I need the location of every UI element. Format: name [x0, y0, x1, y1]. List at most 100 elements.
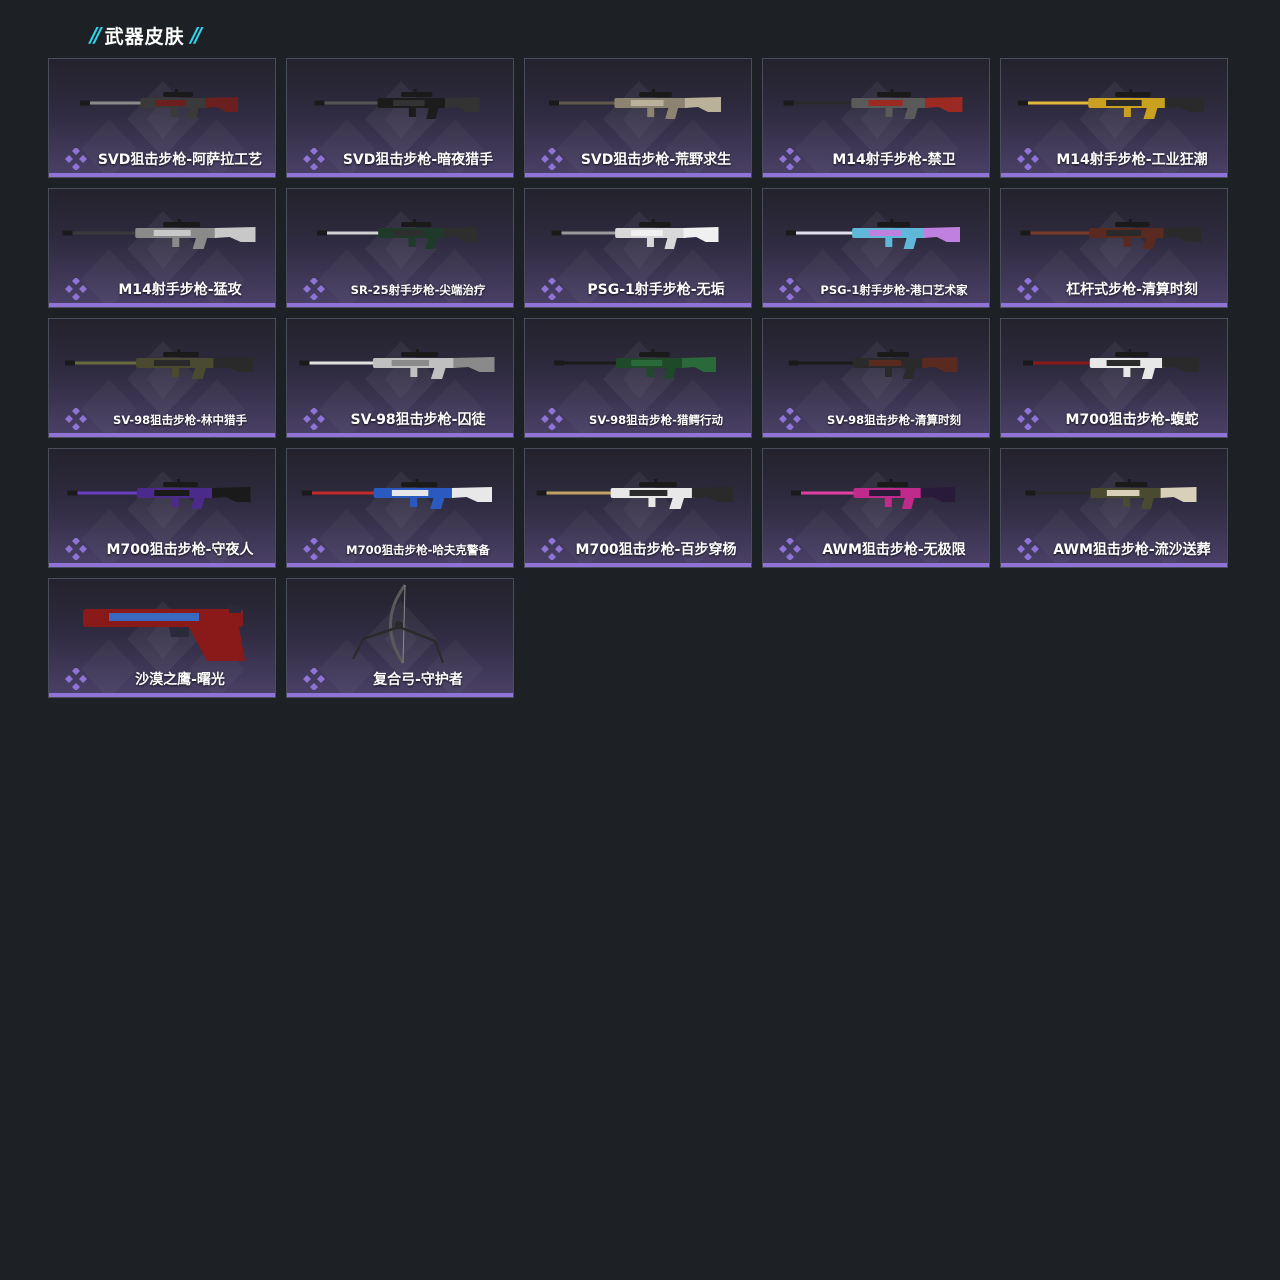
skin-card[interactable]: M14射手步枪-禁卫 — [762, 58, 990, 178]
skin-name: PSG-1射手步枪-港口艺术家 — [820, 283, 968, 297]
sniper-rifle-icon — [65, 349, 253, 379]
skin-card[interactable]: SV-98狙击步枪-猎鳄行动 — [524, 318, 752, 438]
rarity-bar — [1001, 563, 1227, 567]
skin-name: SR-25射手步枪-尖端治疗 — [350, 283, 486, 297]
skin-card[interactable]: M14射手步枪-工业狂潮 — [1000, 58, 1228, 178]
rarity-bar — [525, 303, 751, 307]
skin-name: M14射手步枪-猛攻 — [118, 282, 242, 298]
rarity-bar — [763, 433, 989, 437]
rarity-bar — [525, 433, 751, 437]
header-slash-right-icon: // — [190, 23, 202, 47]
rarity-bar — [1001, 173, 1227, 177]
bow-icon — [352, 584, 444, 664]
rarity-diamond-icon — [1017, 408, 1039, 430]
rarity-diamond-icon — [779, 538, 801, 560]
rarity-bar — [525, 173, 751, 177]
rarity-diamond-icon — [541, 538, 563, 560]
rarity-diamond-icon — [65, 538, 87, 560]
skin-card[interactable]: 复合弓-守护者 — [286, 578, 514, 698]
rarity-diamond-icon — [541, 278, 563, 300]
header-slash-left-icon: // — [90, 23, 101, 47]
rarity-diamond-icon — [779, 148, 801, 170]
skin-card[interactable]: M700狙击步枪-守夜人 — [48, 448, 276, 568]
skin-card[interactable]: SV-98狙击步枪-林中猎手 — [48, 318, 276, 438]
rarity-bar — [49, 173, 275, 177]
skin-card[interactable]: SV-98狙击步枪-清算时刻 — [762, 318, 990, 438]
skin-name: M700狙击步枪-哈夫克警备 — [346, 543, 490, 557]
skin-name: 杠杆式步枪-清算时刻 — [1066, 282, 1198, 298]
skin-name: M14射手步枪-工业狂潮 — [1056, 152, 1208, 168]
skin-card[interactable]: 杠杆式步枪-清算时刻 — [1000, 188, 1228, 308]
skin-name: 复合弓-守护者 — [373, 672, 463, 688]
skin-card[interactable]: M14射手步枪-猛攻 — [48, 188, 276, 308]
marksman-rifle-icon — [62, 219, 256, 249]
sniper-rifle-icon — [536, 479, 734, 509]
rarity-bar — [287, 693, 513, 697]
skin-grid: SVD狙击步枪-阿萨拉工艺 SVD狙击步枪-暗夜猎手 SVD狙击步枪-荒野求生 M14… — [48, 58, 1228, 698]
marksman-rifle-icon — [317, 219, 477, 249]
rarity-diamond-icon — [541, 148, 563, 170]
skin-card[interactable]: M700狙击步枪-百步穿杨 — [524, 448, 752, 568]
skin-card[interactable]: AWM狙击步枪-无极限 — [762, 448, 990, 568]
skin-card[interactable]: 沙漠之鹰-曙光 — [48, 578, 276, 698]
skin-name: M700狙击步枪-蝮蛇 — [1065, 412, 1199, 428]
skin-card[interactable]: AWM狙击步枪-流沙送葬 — [1000, 448, 1228, 568]
section-header: // 武器皮肤 // — [90, 22, 202, 48]
rarity-diamond-icon — [1017, 148, 1039, 170]
skin-name: M14射手步枪-禁卫 — [832, 152, 956, 168]
skin-name: M700狙击步枪-守夜人 — [106, 542, 254, 558]
skin-name: M700狙击步枪-百步穿杨 — [575, 542, 737, 558]
skin-card[interactable]: SVD狙击步枪-暗夜猎手 — [286, 58, 514, 178]
sniper-rifle-icon — [549, 89, 721, 119]
rarity-diamond-icon — [779, 278, 801, 300]
rarity-bar — [1001, 433, 1227, 437]
skin-card[interactable]: PSG-1射手步枪-港口艺术家 — [762, 188, 990, 308]
skin-card[interactable]: PSG-1射手步枪-无垢 — [524, 188, 752, 308]
rarity-diamond-icon — [303, 278, 325, 300]
rarity-bar — [763, 563, 989, 567]
skin-name: SV-98狙击步枪-林中猎手 — [113, 413, 247, 427]
rarity-bar — [763, 303, 989, 307]
rarity-diamond-icon — [1017, 538, 1039, 560]
pistol-icon — [83, 605, 245, 661]
skin-name: SVD狙击步枪-荒野求生 — [580, 152, 732, 168]
skin-card[interactable]: M700狙击步枪-蝮蛇 — [1000, 318, 1228, 438]
rarity-diamond-icon — [65, 408, 87, 430]
rarity-bar — [287, 303, 513, 307]
marksman-rifle-icon — [783, 89, 963, 119]
rarity-diamond-icon — [303, 148, 325, 170]
section-title: 武器皮肤 — [104, 25, 185, 48]
skin-card[interactable]: M700狙击步枪-哈夫克警备 — [286, 448, 514, 568]
skin-card[interactable]: SVD狙击步枪-荒野求生 — [524, 58, 752, 178]
rarity-bar — [287, 173, 513, 177]
skin-card[interactable]: SVD狙击步枪-阿萨拉工艺 — [48, 58, 276, 178]
rarity-bar — [49, 693, 275, 697]
sniper-rifle-icon — [299, 349, 495, 379]
sniper-rifle-icon — [80, 89, 238, 119]
rarity-diamond-icon — [303, 668, 325, 690]
rarity-diamond-icon — [1017, 278, 1039, 300]
skin-name: SV-98狙击步枪-清算时刻 — [827, 413, 961, 427]
rarity-bar — [287, 433, 513, 437]
rarity-bar — [49, 303, 275, 307]
skin-card[interactable]: SR-25射手步枪-尖端治疗 — [286, 188, 514, 308]
skin-name: SVD狙击步枪-阿萨拉工艺 — [97, 152, 263, 168]
marksman-rifle-icon — [786, 219, 960, 249]
rarity-bar — [49, 433, 275, 437]
sniper-rifle-icon — [1023, 349, 1199, 379]
sniper-rifle-icon — [1025, 479, 1197, 509]
rarity-bar — [1001, 303, 1227, 307]
sniper-rifle-icon — [302, 479, 492, 509]
skin-card[interactable]: SV-98狙击步枪-囚徒 — [286, 318, 514, 438]
skin-name: AWM狙击步枪-无极限 — [822, 542, 966, 558]
skin-name: SVD狙击步枪-暗夜猎手 — [342, 152, 494, 168]
rarity-bar — [763, 173, 989, 177]
sniper-rifle-icon — [67, 479, 251, 509]
sniper-rifle-icon — [791, 479, 955, 509]
marksman-rifle-icon — [551, 219, 719, 249]
rarity-diamond-icon — [65, 668, 87, 690]
rarity-bar — [287, 563, 513, 567]
sniper-rifle-icon — [554, 349, 716, 379]
skin-name: AWM狙击步枪-流沙送葬 — [1053, 542, 1211, 558]
rarity-diamond-icon — [303, 538, 325, 560]
